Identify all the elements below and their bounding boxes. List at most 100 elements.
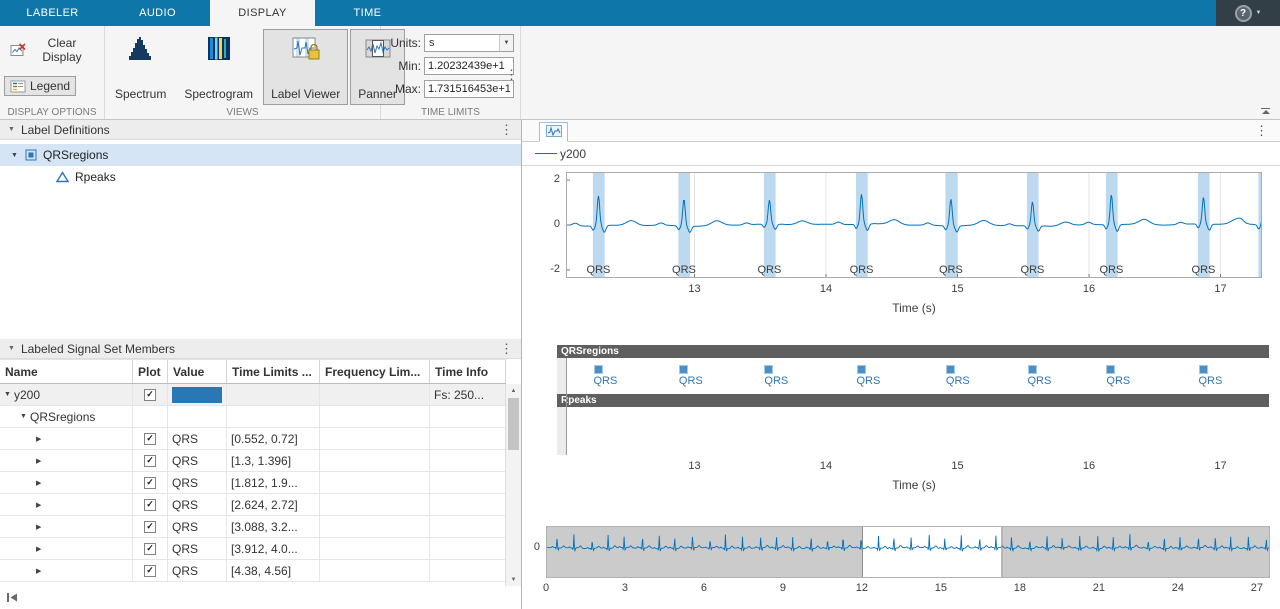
- plot-checkbox[interactable]: ✓: [144, 432, 156, 445]
- collapse-panel-button[interactable]: [6, 592, 18, 606]
- member-row: ▶ ✓ QRS [1.3, 1.396]: [0, 450, 506, 472]
- expander-icon[interactable]: ▼: [10, 152, 19, 159]
- main-x-tick-label: 16: [1082, 283, 1096, 295]
- expander-icon[interactable]: ▼: [4, 391, 14, 398]
- qrs-region-marker[interactable]: [1027, 365, 1037, 374]
- members-scrollbar[interactable]: ▲ ▼: [505, 384, 521, 586]
- column-header-time-info[interactable]: Time Info: [430, 360, 506, 383]
- main-signal-plot[interactable]: QRS QRS QRS QRS QRS QRS QRS QRS: [566, 172, 1262, 278]
- units-select[interactable]: s ▼: [424, 34, 514, 52]
- label-viewer-button[interactable]: Label Viewer: [263, 29, 349, 105]
- expander-icon[interactable]: ▶: [36, 545, 46, 553]
- plot-checkbox[interactable]: ✓: [144, 476, 156, 489]
- units-label: Units:: [390, 36, 421, 50]
- qrs-region-marker[interactable]: [945, 365, 955, 374]
- plot-checkbox[interactable]: ✓: [144, 520, 156, 533]
- expander-icon[interactable]: ▶: [36, 479, 46, 487]
- value-cell: [168, 406, 227, 428]
- plot-checkbox[interactable]: ✓: [144, 388, 156, 401]
- tab-audio[interactable]: AUDIO: [105, 0, 210, 26]
- expander-icon[interactable]: ▶: [36, 435, 46, 443]
- time-info-cell: [430, 472, 506, 494]
- tab-labeler[interactable]: LABELER: [0, 0, 105, 26]
- svg-text:QRS: QRS: [1021, 264, 1045, 276]
- scroll-down-icon[interactable]: ▼: [506, 573, 521, 586]
- expander-icon[interactable]: ▶: [36, 567, 46, 575]
- qrs-region-marker[interactable]: [764, 365, 774, 374]
- qrs-marker-label: QRS: [593, 375, 618, 387]
- max-time-input[interactable]: [424, 80, 514, 98]
- views-buttons: Spectrum Spectrogram Label Viewer Panner: [107, 29, 405, 105]
- qrs-region-marker[interactable]: [593, 365, 603, 374]
- panner-x-tick-label: 0: [542, 582, 550, 594]
- label-value: QRS: [172, 563, 199, 578]
- signal-color-swatch[interactable]: [172, 386, 222, 403]
- top-tab-bar: LABELER AUDIO DISPLAY TIME: [0, 0, 420, 26]
- column-header-name[interactable]: Name: [0, 360, 133, 383]
- lane-rpeaks-bar[interactable]: Rpeaks: [557, 394, 1269, 407]
- label-panel-x-tick-label: 15: [951, 460, 964, 472]
- time-limits-overflow-icon[interactable]: ⋮: [505, 68, 518, 81]
- scroll-thumb[interactable]: [508, 398, 519, 450]
- tree-item-qrsregions[interactable]: ▼ QRSregions: [0, 144, 521, 166]
- member-row: ▼ y200 ✓ Fs: 250...: [0, 384, 506, 406]
- column-header-plot[interactable]: Plot: [133, 360, 168, 383]
- time-info-cell: [430, 428, 506, 450]
- member-row: ▶ ✓ QRS [3.912, 4.0...: [0, 538, 506, 560]
- time-info-cell: Fs: 250...: [430, 384, 506, 406]
- column-header-time-limits-[interactable]: Time Limits ...: [227, 360, 320, 383]
- name-cell: ▶: [0, 560, 133, 582]
- qrs-region-marker[interactable]: [678, 365, 688, 374]
- tab-display[interactable]: DISPLAY: [210, 0, 315, 26]
- tab-time[interactable]: TIME: [315, 0, 420, 26]
- plot-checkbox[interactable]: ✓: [144, 498, 156, 511]
- qrs-region-marker[interactable]: [856, 365, 866, 374]
- label-definition-name: Rpeaks: [75, 170, 116, 184]
- max-label: Max:: [394, 82, 421, 96]
- main-x-tick-label: 13: [688, 283, 701, 295]
- column-header-frequency-lim-[interactable]: Frequency Lim...: [320, 360, 430, 383]
- display-menu-icon[interactable]: ⋮: [1255, 124, 1268, 137]
- column-header-value[interactable]: Value: [168, 360, 227, 383]
- expander-icon[interactable]: ▶: [36, 457, 46, 465]
- main-xlabel: Time (s): [892, 301, 936, 315]
- expander-icon[interactable]: ▶: [36, 501, 46, 509]
- label-definitions-menu-icon[interactable]: ⋮: [500, 123, 513, 136]
- min-time-input[interactable]: [424, 57, 514, 75]
- svg-text:QRS: QRS: [1099, 264, 1123, 276]
- display-panel: ⋮ y200 QRS QRS QRS QRS QRS QRS QRS QRS Time (s)…: [522, 120, 1280, 609]
- scroll-up-icon[interactable]: ▲: [506, 384, 521, 397]
- qrs-region-marker[interactable]: [1106, 365, 1116, 374]
- member-name: y200: [14, 387, 41, 402]
- signal-document-tab[interactable]: [539, 122, 568, 142]
- clear-display-icon: [10, 43, 26, 57]
- collapse-ribbon-button[interactable]: [1261, 108, 1270, 114]
- panner-x-tick-label: 6: [700, 582, 708, 594]
- topbar-right-area: ? ▼: [1216, 0, 1280, 26]
- lane-qrsregions-bar[interactable]: QRSregions: [557, 345, 1269, 358]
- label-value: QRS: [172, 541, 199, 556]
- panner-x-tick-label: 3: [621, 582, 629, 594]
- time-info-cell: [430, 494, 506, 516]
- help-button[interactable]: ? ▼: [1234, 4, 1261, 22]
- plot-checkbox[interactable]: ✓: [144, 542, 156, 555]
- plot-cell: ✓: [133, 428, 168, 450]
- expander-icon[interactable]: ▼: [20, 413, 30, 420]
- label-panel-xlabel: Time (s): [892, 478, 936, 492]
- tree-item-rpeaks[interactable]: Rpeaks: [0, 166, 521, 188]
- panner-plot[interactable]: [546, 526, 1270, 578]
- label-definitions-header[interactable]: ▼ Label Definitions ⋮: [0, 120, 521, 140]
- members-header[interactable]: ▼ Labeled Signal Set Members ⋮: [0, 339, 521, 359]
- plot-checkbox[interactable]: ✓: [144, 564, 156, 577]
- spectrogram-icon: [207, 36, 231, 61]
- label-value: QRS: [172, 497, 199, 512]
- plot-checkbox[interactable]: ✓: [144, 454, 156, 467]
- members-menu-icon[interactable]: ⋮: [500, 342, 513, 355]
- legend-button[interactable]: Legend: [4, 76, 77, 96]
- clear-display-button[interactable]: Clear Display: [4, 33, 100, 67]
- expander-icon[interactable]: ▶: [36, 523, 46, 531]
- spectrum-button[interactable]: Spectrum: [107, 29, 174, 105]
- legend-line-sample: [535, 153, 557, 154]
- qrs-region-marker[interactable]: [1198, 365, 1208, 374]
- spectrogram-button[interactable]: Spectrogram: [176, 29, 261, 105]
